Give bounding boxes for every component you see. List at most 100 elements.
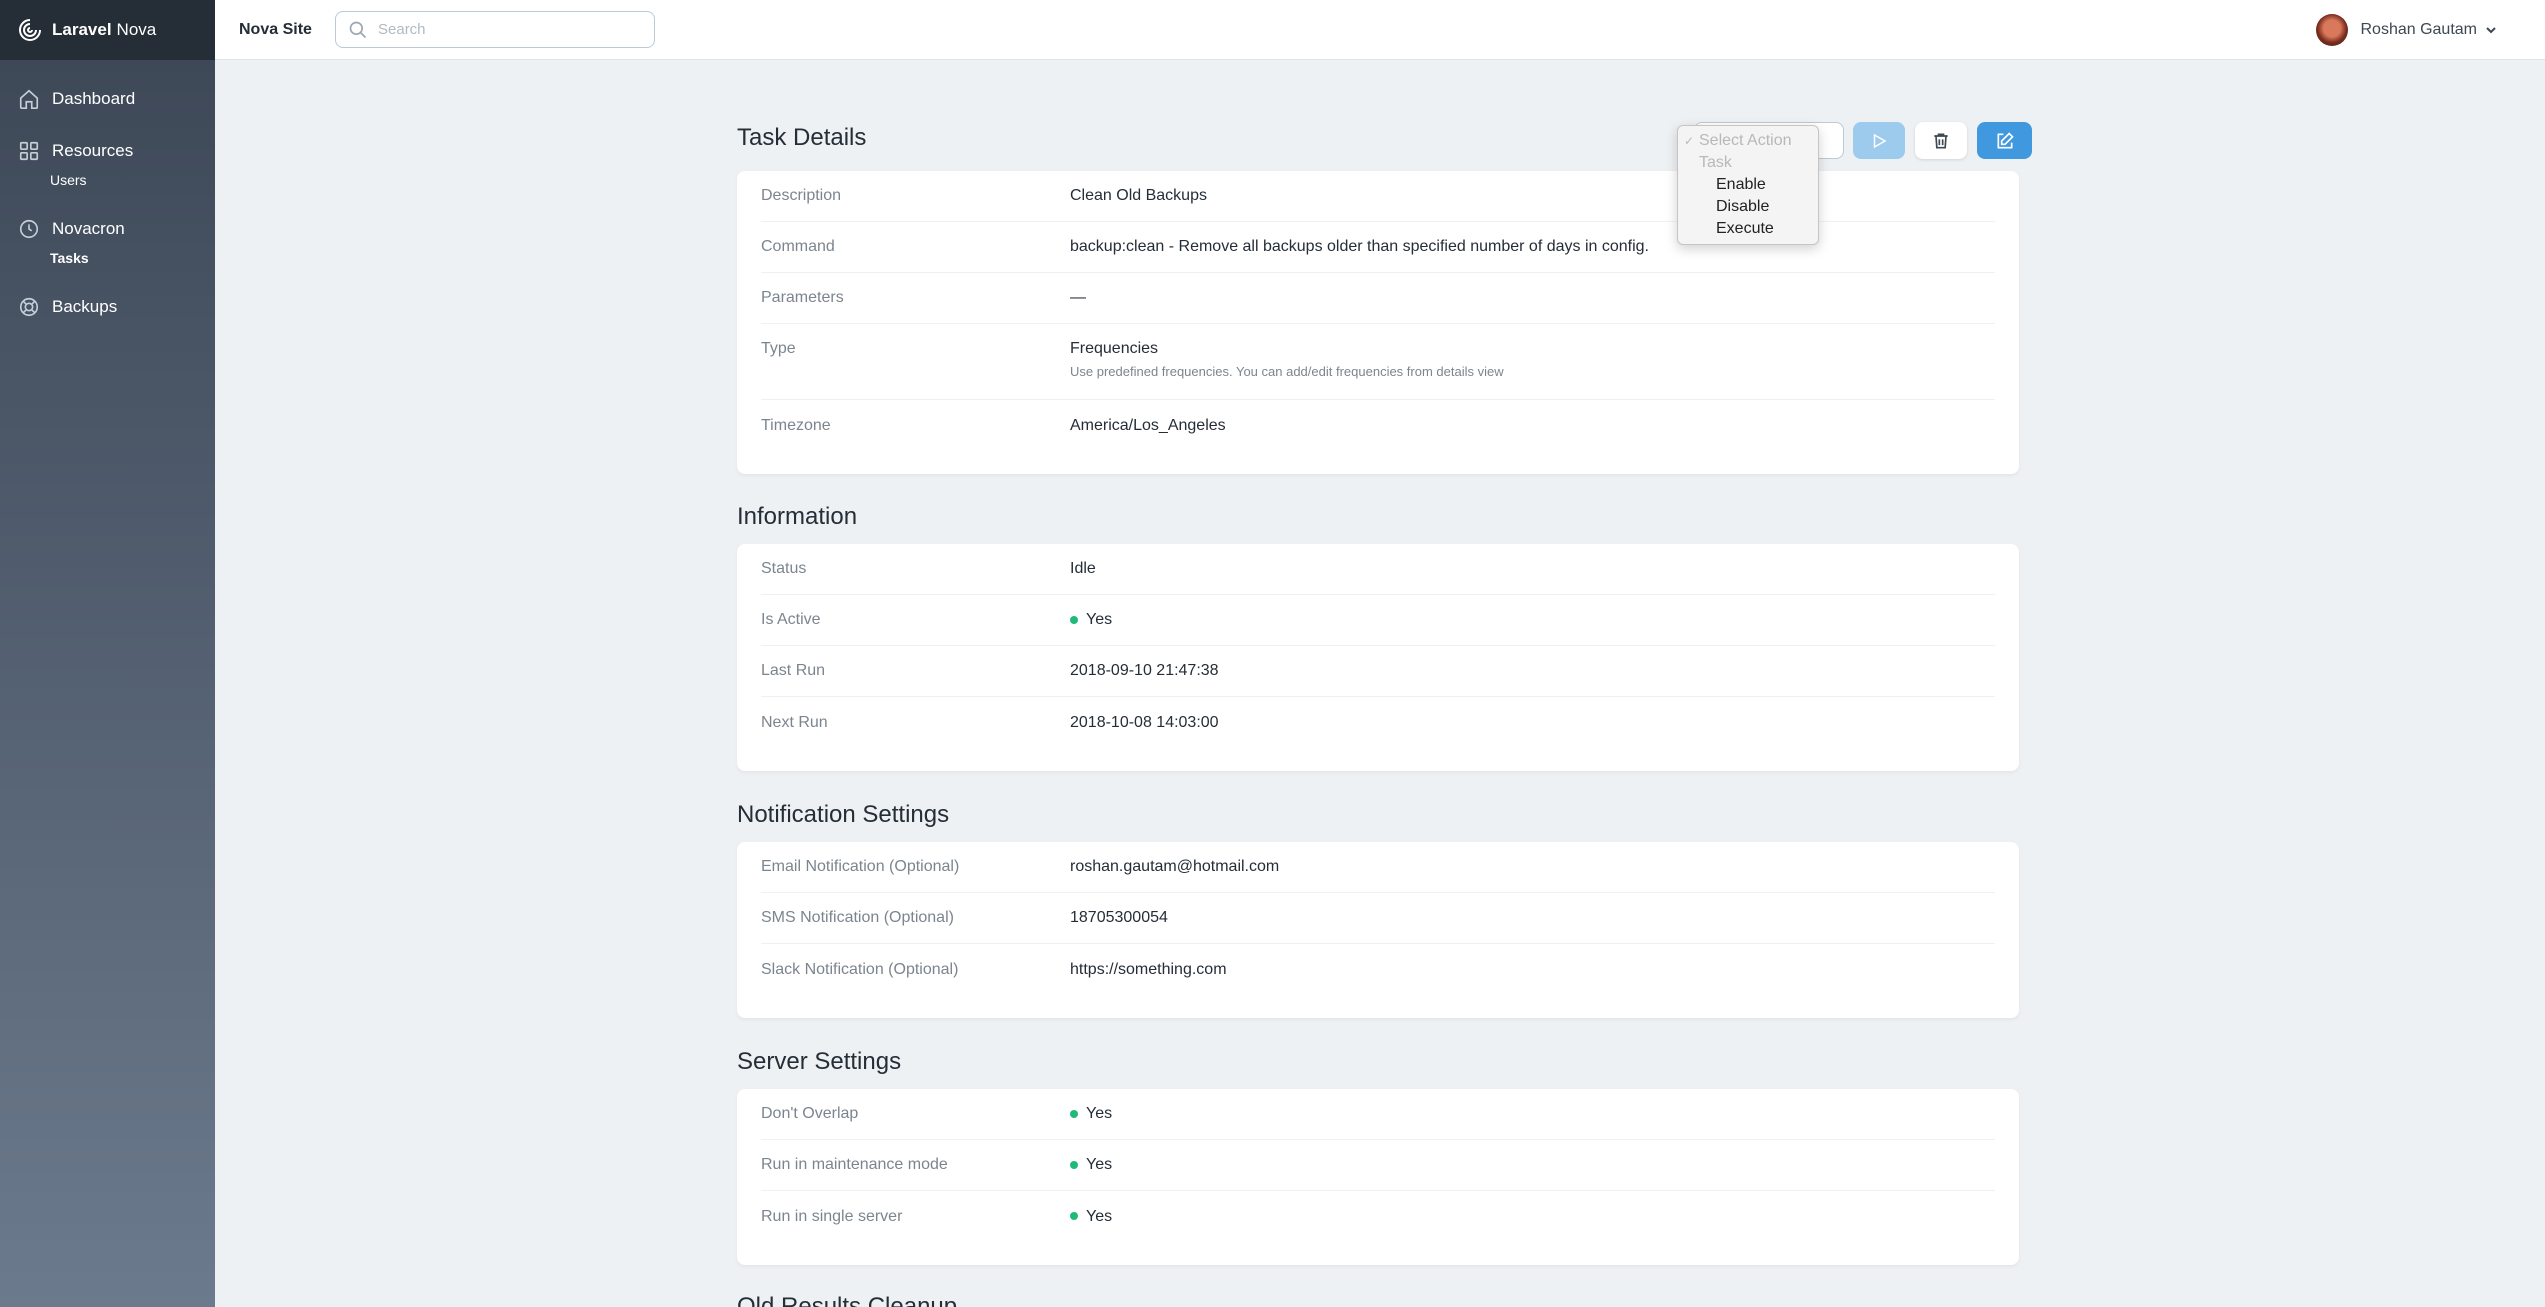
field-label: Command <box>761 238 835 255</box>
information-title: Information <box>737 503 858 530</box>
action-option-execute[interactable]: Execute <box>1678 218 1818 240</box>
edit-icon <box>1997 131 2014 148</box>
detail-row: Type Frequencies Use predefined frequenc… <box>761 324 1995 400</box>
detail-row: Don't Overlap Yes <box>761 1089 1995 1140</box>
detail-row: SMS Notification (Optional) 18705300054 <box>761 893 1995 944</box>
field-label: Timezone <box>761 417 831 434</box>
sidebar-item-users[interactable]: Users <box>0 172 215 188</box>
action-group-label: Task <box>1699 154 1732 171</box>
detail-row: Run in single server Yes <box>761 1191 1995 1242</box>
sidebar-item-resources[interactable]: Resources <box>0 138 215 164</box>
active-status-text: Yes <box>1086 611 1113 628</box>
information-card: Status Idle Is Active Yes Last Run 2018-… <box>737 544 2019 771</box>
sidebar-item-label: Dashboard <box>52 89 136 108</box>
field-value: 18705300054 <box>1070 909 1168 926</box>
detail-row: Next Run 2018-10-08 14:03:00 <box>761 697 1995 748</box>
grid-icon <box>19 141 39 161</box>
nova-logo-icon <box>19 19 41 41</box>
lifebuoy-icon <box>19 297 39 317</box>
boolean-text: Yes <box>1086 1207 1113 1225</box>
field-value: Yes <box>1070 611 1112 629</box>
field-value: Yes <box>1070 1105 1112 1123</box>
active-status-dot <box>1070 1109 1078 1118</box>
action-option-disable[interactable]: Disable <box>1678 196 1818 218</box>
boolean-text: Yes <box>1086 1105 1113 1122</box>
sidebar-item-dashboard[interactable]: Dashboard <box>0 86 215 112</box>
field-label: SMS Notification (Optional) <box>761 909 954 926</box>
search-input[interactable] <box>378 21 628 38</box>
detail-row: Parameters — <box>761 273 1995 324</box>
notification-settings-title: Notification Settings <box>737 801 950 828</box>
field-value: roshan.gautam@hotmail.com <box>1070 858 1280 875</box>
active-status-dot <box>1070 1212 1078 1221</box>
sidebar-item-label: Novacron <box>52 219 125 238</box>
field-value: 2018-09-10 21:47:38 <box>1070 662 1219 679</box>
sidebar-item-tasks[interactable]: Tasks <box>0 250 215 266</box>
field-label: Don't Overlap <box>761 1105 859 1122</box>
search-icon <box>349 21 367 38</box>
server-settings-title: Server Settings <box>737 1048 902 1075</box>
field-value: backup:clean - Remove all backups older … <box>1070 238 1649 255</box>
sidebar: Laravel Nova Dashboard Resources Users N… <box>0 0 215 1307</box>
user-name: Roshan Gautam <box>2360 21 2477 38</box>
active-status-dot <box>1070 1160 1078 1169</box>
site-name[interactable]: Nova Site <box>239 21 312 39</box>
play-icon <box>1873 133 1887 148</box>
field-label: Type <box>761 340 796 357</box>
active-status-dot <box>1070 615 1078 624</box>
field-value: — <box>1070 289 1086 306</box>
field-value: America/Los_Angeles <box>1070 417 1226 434</box>
field-label: Parameters <box>761 289 844 306</box>
boolean-text: Yes <box>1086 1156 1113 1173</box>
server-settings-card: Don't Overlap Yes Run in maintenance mod… <box>737 1089 2019 1265</box>
brand-name-light: Nova <box>116 20 157 39</box>
brand[interactable]: Laravel Nova <box>0 0 215 60</box>
run-action-button[interactable] <box>1853 122 1905 159</box>
field-value: Clean Old Backups <box>1070 187 1207 204</box>
detail-row: Run in maintenance mode Yes <box>761 1140 1995 1191</box>
field-label: Last Run <box>761 662 826 679</box>
user-menu[interactable]: Roshan Gautam <box>2316 14 2497 46</box>
field-value: Yes <box>1070 1156 1112 1174</box>
task-details-title: Task Details <box>737 124 867 151</box>
sidebar-item-label: Backups <box>52 297 118 316</box>
delete-button[interactable] <box>1915 122 1967 159</box>
search-box[interactable] <box>335 11 655 48</box>
old-results-cleanup-title: Old Results Cleanup <box>737 1293 958 1307</box>
trash-icon <box>1934 133 1948 148</box>
action-placeholder-option[interactable]: ✓ Select Action <box>1678 130 1818 152</box>
sidebar-item-novacron[interactable]: Novacron <box>0 216 215 242</box>
field-value: Frequencies <box>1070 340 1159 357</box>
field-label: Next Run <box>761 713 828 731</box>
field-label: Is Active <box>761 611 821 628</box>
field-value: Idle <box>1070 560 1096 577</box>
action-option-enable[interactable]: Enable <box>1678 174 1818 196</box>
field-label: Slack Notification (Optional) <box>761 960 959 978</box>
field-label: Run in single server <box>761 1207 903 1225</box>
field-label: Description <box>761 187 842 204</box>
detail-row: Is Active Yes <box>761 595 1995 646</box>
edit-button[interactable] <box>1977 122 2032 159</box>
sidebar-item-label: Resources <box>52 141 134 160</box>
action-dropdown-menu: ✓ Select Action Task Enable Disable Exec… <box>1677 125 1819 245</box>
clock-icon <box>19 219 39 239</box>
avatar <box>2316 14 2349 46</box>
field-value: Yes <box>1070 1208 1112 1226</box>
field-value: https://something.com <box>1070 960 1227 978</box>
detail-row: Email Notification (Optional) roshan.gau… <box>761 842 1995 893</box>
home-icon <box>19 89 39 109</box>
field-help-text: Use predefined frequencies. You can add/… <box>1070 364 1504 379</box>
field-label: Status <box>761 560 807 577</box>
detail-row: Timezone America/Los_Angeles <box>761 400 1995 475</box>
notification-settings-card: Email Notification (Optional) roshan.gau… <box>737 842 2019 1018</box>
detail-row: Slack Notification (Optional) https://so… <box>761 944 1995 995</box>
chevron-down-icon <box>2486 27 2496 34</box>
action-placeholder-label: Select Action <box>1699 132 1792 149</box>
detail-row: Last Run 2018-09-10 21:47:38 <box>761 646 1995 697</box>
detail-row: Status Idle <box>761 544 1995 595</box>
field-label: Email Notification (Optional) <box>761 858 960 875</box>
checkmark-icon: ✓ <box>1684 134 1695 148</box>
field-value: 2018-10-08 14:03:00 <box>1070 713 1219 731</box>
brand-name-bold: Laravel <box>52 20 112 39</box>
sidebar-item-backups[interactable]: Backups <box>0 294 215 320</box>
